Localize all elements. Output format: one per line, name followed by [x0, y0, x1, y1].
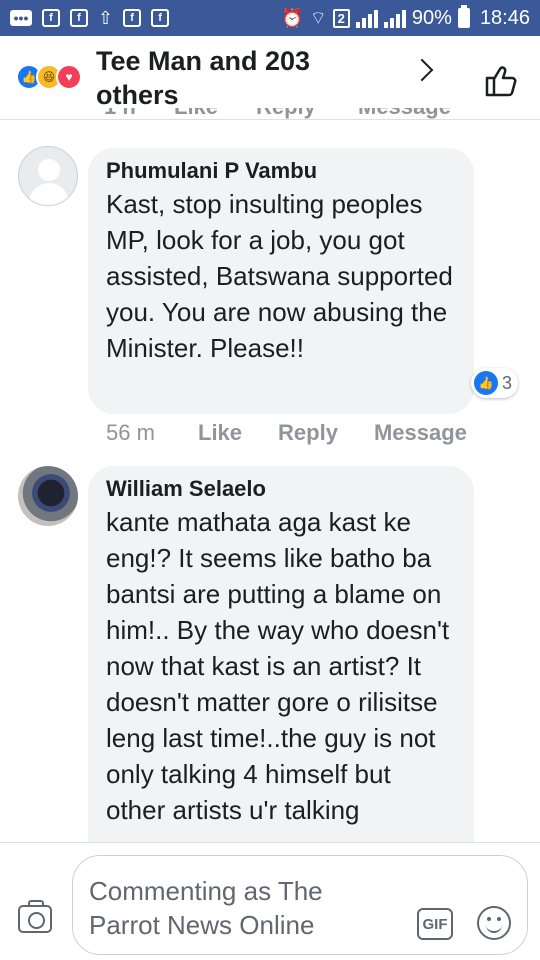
comment-author[interactable]: William Selaelo [106, 476, 456, 502]
love-reaction-icon: ♥ [56, 64, 82, 90]
like-outline-icon[interactable] [484, 64, 518, 98]
facebook-icon: f [151, 9, 170, 27]
previous-message-link[interactable]: Message [358, 108, 451, 120]
emoji-icon[interactable] [477, 906, 511, 940]
comment-text: Kast, stop insulting peoples MP, look fo… [106, 189, 453, 363]
comment: William Selaelo kante mathata aga kast k… [0, 464, 540, 842]
facebook-icon: f [70, 9, 88, 27]
comment-time: 56 m [106, 420, 155, 445]
comment-text: kante mathata aga kast ke eng!? It seems… [106, 507, 450, 825]
sim-indicator: 2 [332, 8, 350, 28]
camera-icon[interactable] [18, 900, 52, 933]
comment: Phumulani P Vambu Kast, stop insulting p… [0, 146, 540, 456]
status-bar: ••• f f ⇧ f f ⏰ ⌔ 2 90% 18:46 [0, 0, 540, 36]
reactions-summary[interactable]: Tee Man and 203 others [96, 44, 376, 112]
like-reaction-icon: 👍 [473, 371, 498, 395]
comment-bubble[interactable]: William Selaelo kante mathata aga kast k… [88, 466, 474, 842]
comment-input[interactable]: Commenting as The Parrot News Online GIF [72, 855, 528, 955]
alarm-icon: ⏰ [281, 8, 304, 28]
previous-comment-actions: 1 h Like Reply Message [104, 108, 524, 124]
status-left-icons: ••• f f ⇧ f f [10, 8, 170, 28]
comment-bubble[interactable]: Phumulani P Vambu Kast, stop insulting p… [88, 148, 518, 414]
like-link[interactable]: Like [198, 420, 242, 446]
comment-input-placeholder: Commenting as The Parrot News Online [89, 876, 323, 940]
battery-percent: 90% [411, 6, 452, 29]
signal-icon [383, 8, 406, 28]
reaction-count: 3 [501, 372, 512, 393]
gif-button[interactable]: GIF [417, 908, 453, 940]
messages-icon: ••• [10, 10, 32, 26]
comment-author[interactable]: Phumulani P Vambu [106, 158, 456, 184]
reply-link[interactable]: Reply [278, 420, 338, 446]
previous-comment-time: 1 h [104, 108, 136, 120]
clock: 18:46 [479, 6, 530, 29]
comment-actions: 56 m Like Reply Message [106, 420, 467, 446]
facebook-icon: f [123, 9, 142, 27]
battery-icon [457, 5, 470, 28]
previous-like-link[interactable]: Like [174, 108, 218, 120]
chevron-right-icon[interactable] [410, 58, 434, 82]
avatar[interactable] [18, 466, 78, 526]
comment-reaction-count[interactable]: 👍 3 [470, 368, 518, 398]
upload-icon: ⇧ [98, 8, 114, 28]
signal-icon [355, 8, 378, 28]
status-right-icons: ⏰ ⌔ 2 90% 18:46 [281, 5, 530, 30]
previous-reply-link[interactable]: Reply [256, 108, 316, 120]
avatar[interactable] [18, 146, 78, 206]
facebook-icon: f [42, 9, 60, 27]
reaction-icons: 👍 😆 ♥ [16, 64, 82, 90]
comment-composer: Commenting as The Parrot News Online GIF [0, 842, 540, 960]
wifi-icon: ⌔ [309, 8, 327, 28]
message-link[interactable]: Message [374, 420, 467, 446]
